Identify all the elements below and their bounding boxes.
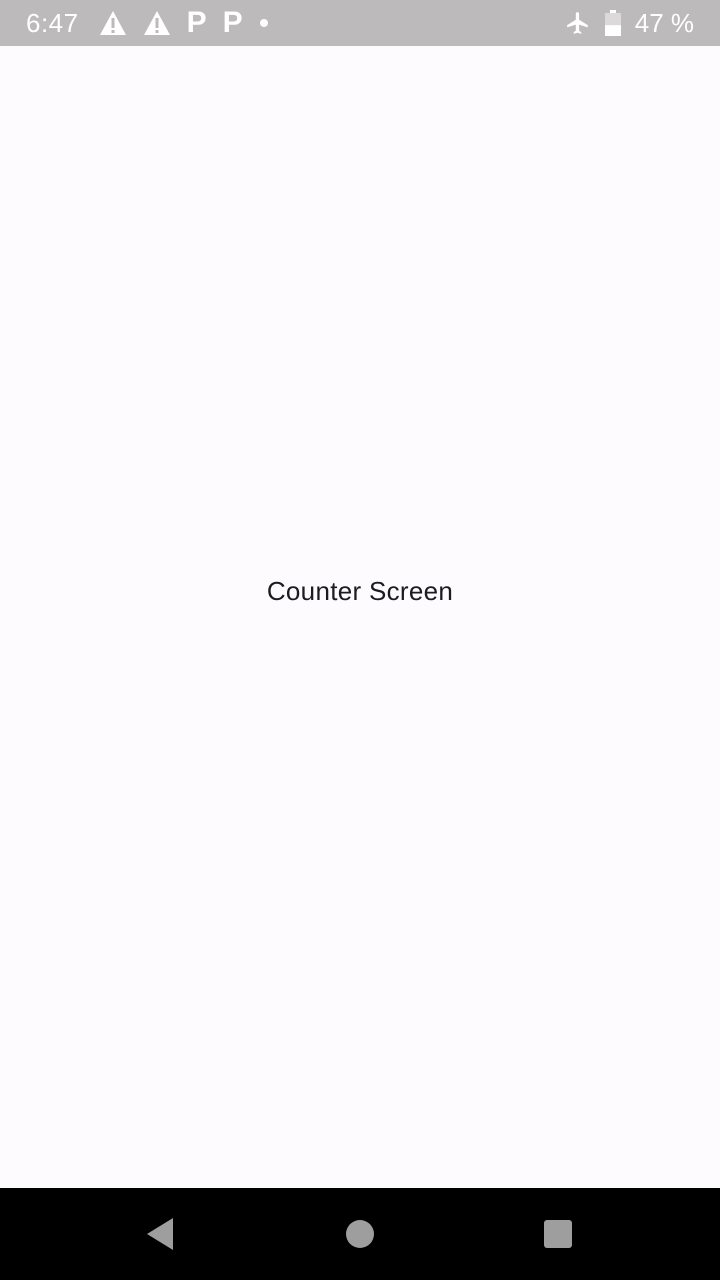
main-content: Counter Screen <box>0 46 720 1188</box>
battery-icon <box>604 10 621 36</box>
counter-screen-label: Counter Screen <box>266 576 454 606</box>
battery-percent: 47 % <box>634 7 694 38</box>
recents-button[interactable] <box>534 1210 582 1258</box>
status-bar: 6:47 P P 47 % <box>0 0 720 46</box>
status-left: 6:47 P P <box>26 0 285 46</box>
recents-icon <box>544 1220 572 1248</box>
back-icon <box>147 1218 173 1250</box>
warning-icon <box>99 10 127 36</box>
warning-icon <box>143 10 171 36</box>
parking-icon: P <box>186 6 207 39</box>
airplane-mode-icon <box>565 10 591 36</box>
home-button[interactable] <box>336 1210 384 1258</box>
home-icon <box>346 1220 374 1248</box>
navigation-bar <box>0 1188 720 1280</box>
dot-icon <box>259 18 269 28</box>
back-button[interactable] <box>136 1210 184 1258</box>
parking-icon: P <box>222 6 243 39</box>
status-right: 47 % <box>565 0 694 46</box>
status-time: 6:47 <box>26 7 79 38</box>
